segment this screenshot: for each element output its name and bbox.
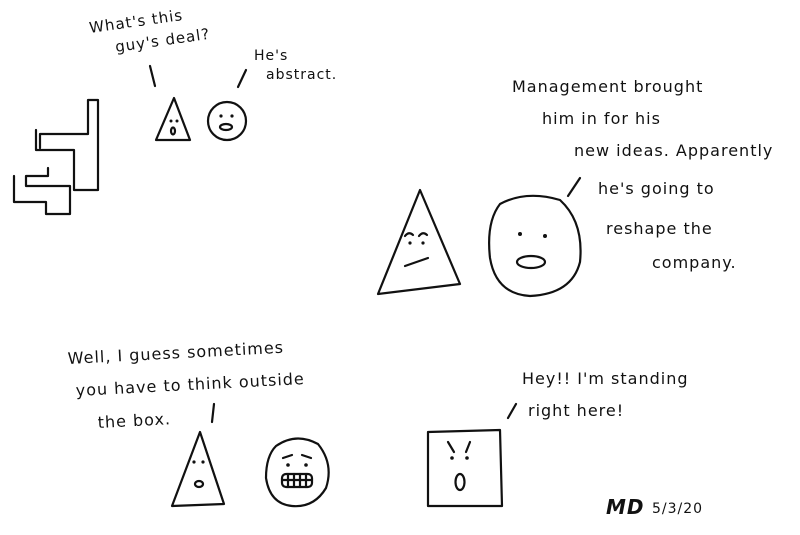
triangle-speech-line-3: the box. [97,409,171,432]
circle-speech-line-3: new ideas. Apparently [574,141,773,160]
artist-initials: MD [606,495,645,519]
abstract-shape [12,98,100,216]
speech-tick [148,64,157,88]
square-speech-line-2: right here! [528,401,624,420]
signature-date: 5/3/20 [652,501,703,517]
circle-speech-line-5: reshape the [606,219,713,238]
triangle-character [376,188,462,296]
circle-character [264,437,330,508]
triangle-character [154,96,192,142]
signature: MD 5/3/20 [606,495,703,519]
panel-top-left: What's this guy's deal? He's abstract. [12,6,337,216]
circle-character [206,100,248,142]
panel-top-right: Management brought him in for his new id… [376,77,773,298]
speech-tick [210,402,216,424]
speech-tick [566,176,582,198]
triangle-character [170,430,226,508]
circle-speech-line-1: He's [254,48,288,64]
circle-speech-line-4: he's going to [598,179,715,198]
comic-canvas: What's this guy's deal? He's abstract. M… [12,6,773,519]
triangle-speech-line-2: you have to think outside [75,369,305,400]
square-character [426,428,504,508]
circle-character [488,194,582,298]
circle-speech-line-6: company. [652,253,737,272]
square-speech-line-1: Hey!! I'm standing [522,369,689,388]
circle-speech-line-2: abstract. [266,67,337,83]
panel-bottom-right: Hey!! I'm standing right here! MD 5/3/20 [426,369,703,519]
speech-tick [236,68,248,89]
circle-speech-line-2: him in for his [542,109,661,128]
circle-speech-line-1: Management brought [512,77,703,96]
speech-tick [506,402,518,420]
triangle-speech-line-1: Well, I guess sometimes [67,338,284,368]
panel-bottom-left: Well, I guess sometimes you have to thin… [67,338,330,508]
